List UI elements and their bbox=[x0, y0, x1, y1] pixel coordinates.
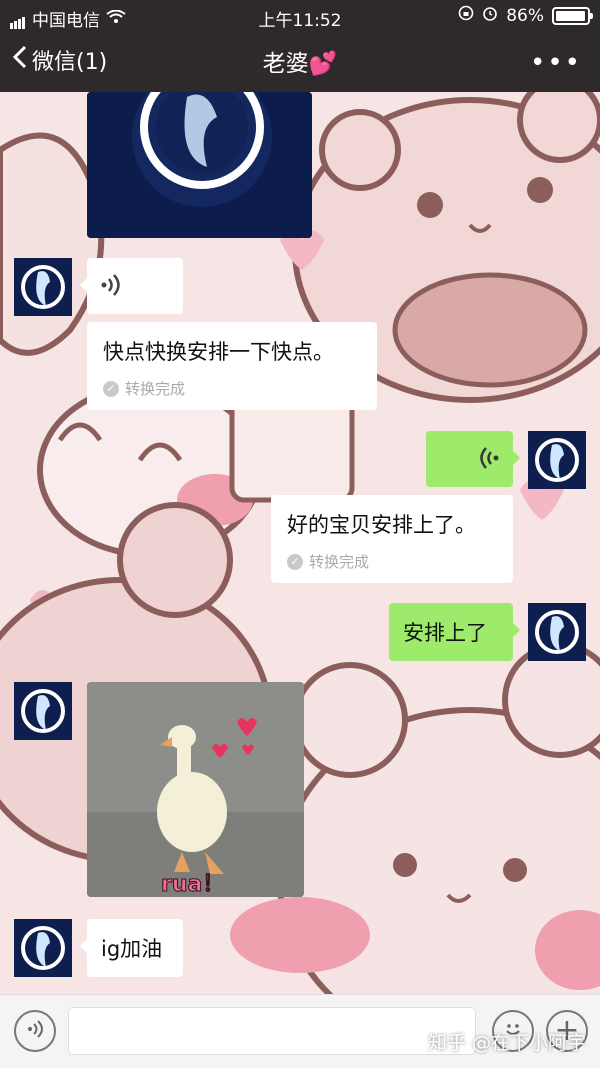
rotation-lock-icon bbox=[458, 5, 474, 26]
transcript-status: ✓ 转换完成 bbox=[287, 551, 499, 572]
goose-sticker-image bbox=[87, 682, 304, 897]
more-icon[interactable]: ••• bbox=[530, 48, 582, 78]
message-input[interactable] bbox=[68, 1007, 476, 1055]
voice-transcript[interactable]: 好的宝贝安排上了。 ✓ 转换完成 bbox=[271, 495, 513, 583]
chat-title: 老婆💕 bbox=[262, 51, 338, 77]
transcript-status: ✓ 转换完成 bbox=[103, 378, 363, 399]
transcript-text: 快点快换安排一下快点。 bbox=[103, 340, 334, 364]
voice-message-out[interactable] bbox=[426, 431, 520, 487]
transcript-status-label: 转换完成 bbox=[125, 380, 186, 398]
voice-transcript[interactable]: 快点快换安排一下快点。 ✓ 转换完成 bbox=[87, 322, 377, 410]
voice-wave-icon bbox=[479, 447, 499, 474]
voice-wave-icon bbox=[101, 274, 121, 301]
avatar[interactable] bbox=[14, 682, 72, 740]
avatar[interactable] bbox=[14, 258, 72, 316]
message-text: 安排上了 bbox=[403, 621, 487, 645]
voice-message-in[interactable] bbox=[80, 258, 183, 314]
sticker-message[interactable]: rua！ bbox=[87, 682, 304, 897]
chat-header: 微信(1) 老婆💕 ••• bbox=[0, 32, 600, 92]
image-message[interactable] bbox=[87, 92, 312, 238]
status-bar: 中国电信 上午11:52 86% bbox=[0, 0, 600, 32]
battery-percent: 86% bbox=[506, 5, 544, 26]
watermark: 知乎 @在下小阿宇 bbox=[427, 1032, 586, 1054]
voice-button[interactable] bbox=[14, 1010, 56, 1052]
check-icon: ✓ bbox=[287, 553, 303, 570]
text-message-out[interactable]: 安排上了 bbox=[389, 603, 520, 661]
my-avatar[interactable] bbox=[528, 431, 586, 489]
my-avatar[interactable] bbox=[528, 603, 586, 661]
avatar[interactable] bbox=[14, 919, 72, 977]
alarm-icon bbox=[482, 5, 498, 26]
transcript-text: 好的宝贝安排上了。 bbox=[287, 513, 476, 537]
check-icon: ✓ bbox=[103, 380, 119, 397]
battery-icon bbox=[552, 6, 593, 25]
sticker-caption: rua！ bbox=[160, 872, 225, 898]
text-message-in[interactable]: ig加油 bbox=[80, 919, 183, 977]
ig-logo-image bbox=[87, 92, 312, 238]
transcript-status-label: 转换完成 bbox=[309, 553, 370, 571]
voice-icon bbox=[26, 1019, 44, 1043]
message-text: ig加油 bbox=[101, 937, 163, 961]
